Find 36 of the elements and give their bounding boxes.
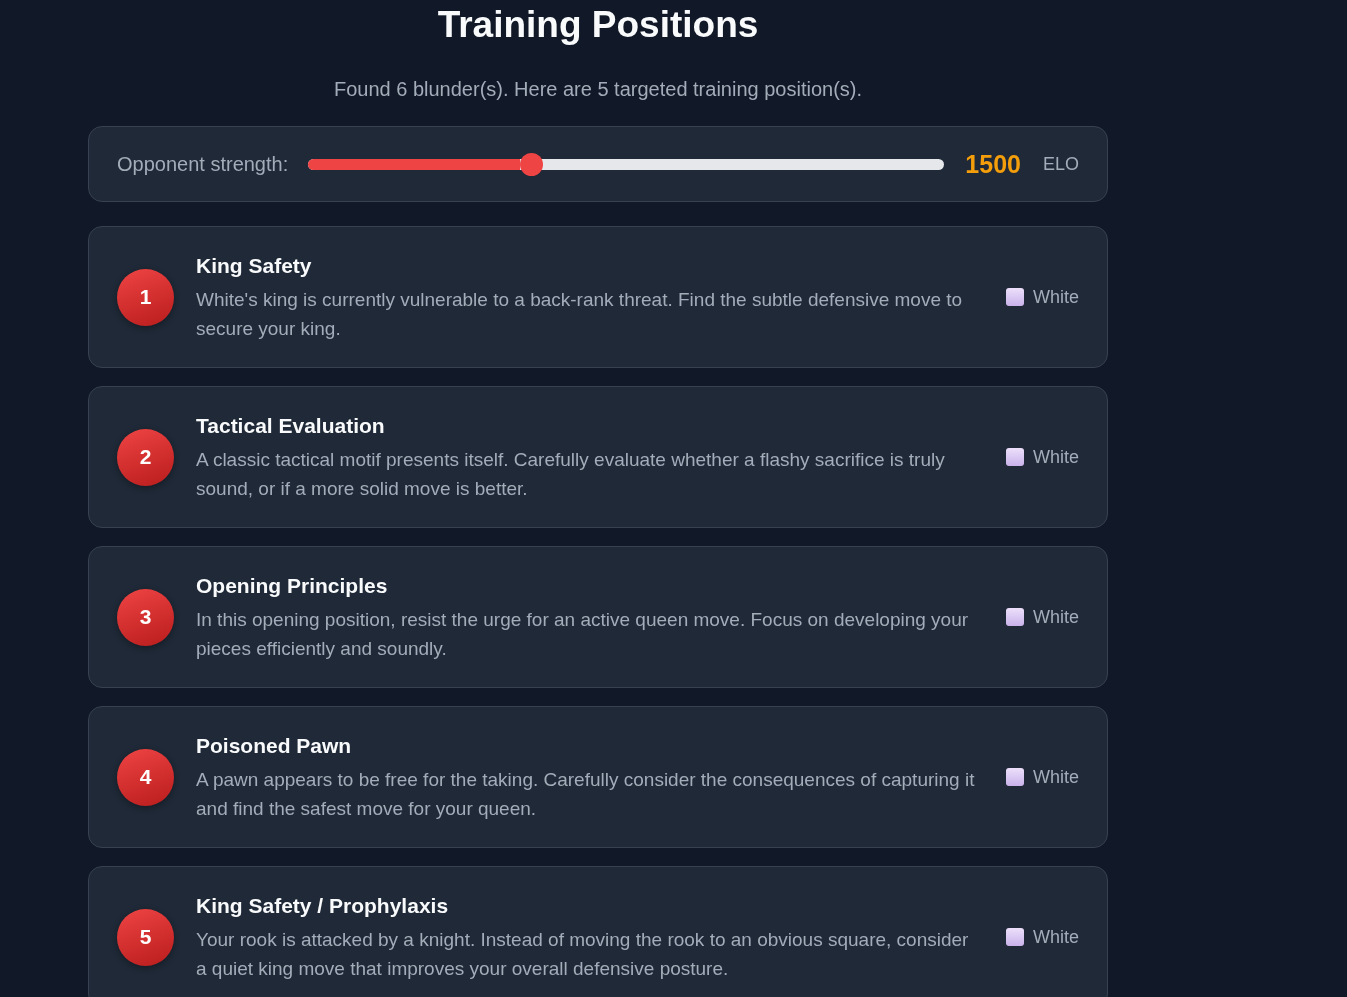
position-card[interactable]: 5 King Safety / Prophylaxis Your rook is attacked by a knight. Instead of moving the rook to an obvious square, consider a quiet king move that improves your overall defensive posture. White xyxy=(88,866,1108,997)
position-title: Poisoned Pawn xyxy=(196,733,352,759)
position-number: 2 xyxy=(117,428,174,486)
strength-label: Opponent strength: xyxy=(117,152,289,176)
square-icon xyxy=(1006,448,1024,466)
summary-text: Found 6 blunder(s). Here are 5 targeted training position(s). xyxy=(333,77,863,102)
square-icon xyxy=(1006,768,1024,786)
elo-unit: ELO xyxy=(1042,153,1079,175)
position-number: 1 xyxy=(117,268,174,326)
position-title: Tactical Evaluation xyxy=(196,413,385,439)
side-label: White xyxy=(1033,286,1079,308)
position-card[interactable]: 1 King Safety White's king is currently vulnerable to a back-rank threat. Find the subtle defensive move to secure your king. White xyxy=(88,226,1108,368)
side-label: White xyxy=(1033,606,1079,628)
position-card[interactable]: 3 Opening Principles In this opening position, resist the urge for an active queen move. Focus on developing your pieces efficiently and soundly. White xyxy=(88,546,1108,688)
square-icon xyxy=(1006,608,1024,626)
square-icon xyxy=(1006,928,1024,946)
side-label: White xyxy=(1033,446,1079,468)
slider-thumb[interactable] xyxy=(519,152,543,176)
position-description: A pawn appears to be free for the taking. Carefully consider the consequences of capturing it and find the safest move for your queen. xyxy=(196,768,976,821)
position-title: King Safety xyxy=(196,253,312,279)
position-description: A classic tactical motif presents itself. Carefully evaluate whether a flashy sacrifice is truly sound, or if a more solid move is better. xyxy=(196,448,946,501)
position-description: White's king is currently vulnerable to a back-rank threat. Find the subtle defensive move to secure your king. xyxy=(196,288,964,341)
position-card[interactable]: 4 Poisoned Pawn A pawn appears to be free for the taking. Carefully consider the consequences of capturing it and find the safest move for your queen. White xyxy=(88,706,1108,848)
page-title: Training Positions xyxy=(437,3,759,47)
square-icon xyxy=(1006,288,1024,306)
position-title: King Safety / Prophylaxis xyxy=(196,893,449,919)
elo-value: 1500 xyxy=(965,149,1021,179)
position-card[interactable]: 2 Tactical Evaluation A classic tactical motif presents itself. Carefully evaluate whether a flashy sacrifice is truly sound, or if a more solid move is better. White xyxy=(88,386,1108,528)
side-label: White xyxy=(1033,766,1079,788)
position-title: Opening Principles xyxy=(196,573,388,599)
side-label: White xyxy=(1033,926,1079,948)
position-number: 3 xyxy=(117,588,174,646)
position-number: 4 xyxy=(117,748,174,806)
position-description: Your rook is attacked by a knight. Instead of moving the rook to an obvious square, consider a quiet king move that improves your overall defensive posture. xyxy=(196,928,970,981)
position-number: 5 xyxy=(117,908,174,966)
position-description: In this opening position, resist the urge for an active queen move. Focus on developing your pieces efficiently and soundly. xyxy=(196,608,970,661)
